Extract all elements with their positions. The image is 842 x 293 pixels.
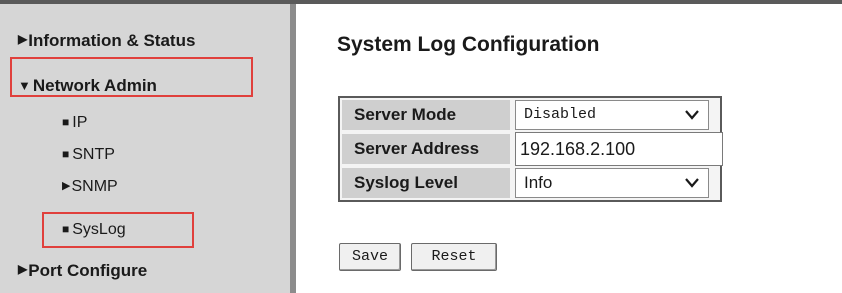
sidebar-item-label: IP: [72, 114, 88, 131]
server-mode-label: Server Mode: [342, 100, 510, 130]
sidebar-item-port-configure[interactable]: ▶Port Configure: [18, 261, 147, 282]
syslog-level-value: Info: [524, 173, 553, 192]
bullet-icon: ■: [62, 222, 70, 236]
bullet-icon: ■: [62, 115, 70, 129]
syslog-level-label: Syslog Level: [342, 168, 510, 198]
triangle-right-icon: ▶: [62, 180, 71, 192]
server-address-input[interactable]: [515, 132, 723, 166]
sidebar-item-label: SysLog: [72, 221, 126, 238]
chevron-down-icon: [685, 178, 699, 188]
sidebar-item-sntp[interactable]: ■ SNTP: [62, 145, 115, 165]
sidebar: ▶Information & Status ▼ Network Admin ■ IP…: [0, 4, 290, 293]
triangle-down-icon: ▼: [18, 78, 31, 93]
sidebar-item-label: Port Configure: [28, 261, 148, 280]
sidebar-item-label: Network Admin: [32, 76, 157, 95]
syslog-level-select[interactable]: Info: [515, 168, 709, 198]
sidebar-item-information-status[interactable]: ▶Information & Status: [18, 31, 195, 52]
sidebar-item-snmp[interactable]: ▶SNMP: [62, 177, 118, 198]
triangle-right-icon: ▶: [18, 262, 28, 276]
server-address-label: Server Address: [342, 134, 510, 164]
sidebar-item-ip[interactable]: ■ IP: [62, 113, 87, 133]
bullet-icon: ■: [62, 147, 70, 161]
server-mode-value: Disabled: [524, 106, 597, 123]
reset-button[interactable]: Reset: [411, 243, 497, 271]
save-button[interactable]: Save: [339, 243, 401, 271]
sidebar-item-label: SNTP: [72, 146, 115, 163]
sidebar-divider: [290, 4, 296, 293]
page-title: System Log Configuration: [337, 33, 600, 56]
triangle-right-icon: ▶: [18, 32, 28, 46]
chevron-down-icon: [685, 110, 699, 120]
sidebar-item-network-admin[interactable]: ▼ Network Admin: [18, 76, 157, 97]
server-mode-select[interactable]: Disabled: [515, 100, 709, 130]
syslog-config-table: Server Mode Disabled Server Address Sysl…: [338, 96, 723, 202]
sidebar-item-label: Information & Status: [28, 31, 196, 50]
sidebar-item-syslog[interactable]: ■ SysLog: [62, 220, 126, 240]
sidebar-item-label: SNMP: [71, 178, 118, 195]
